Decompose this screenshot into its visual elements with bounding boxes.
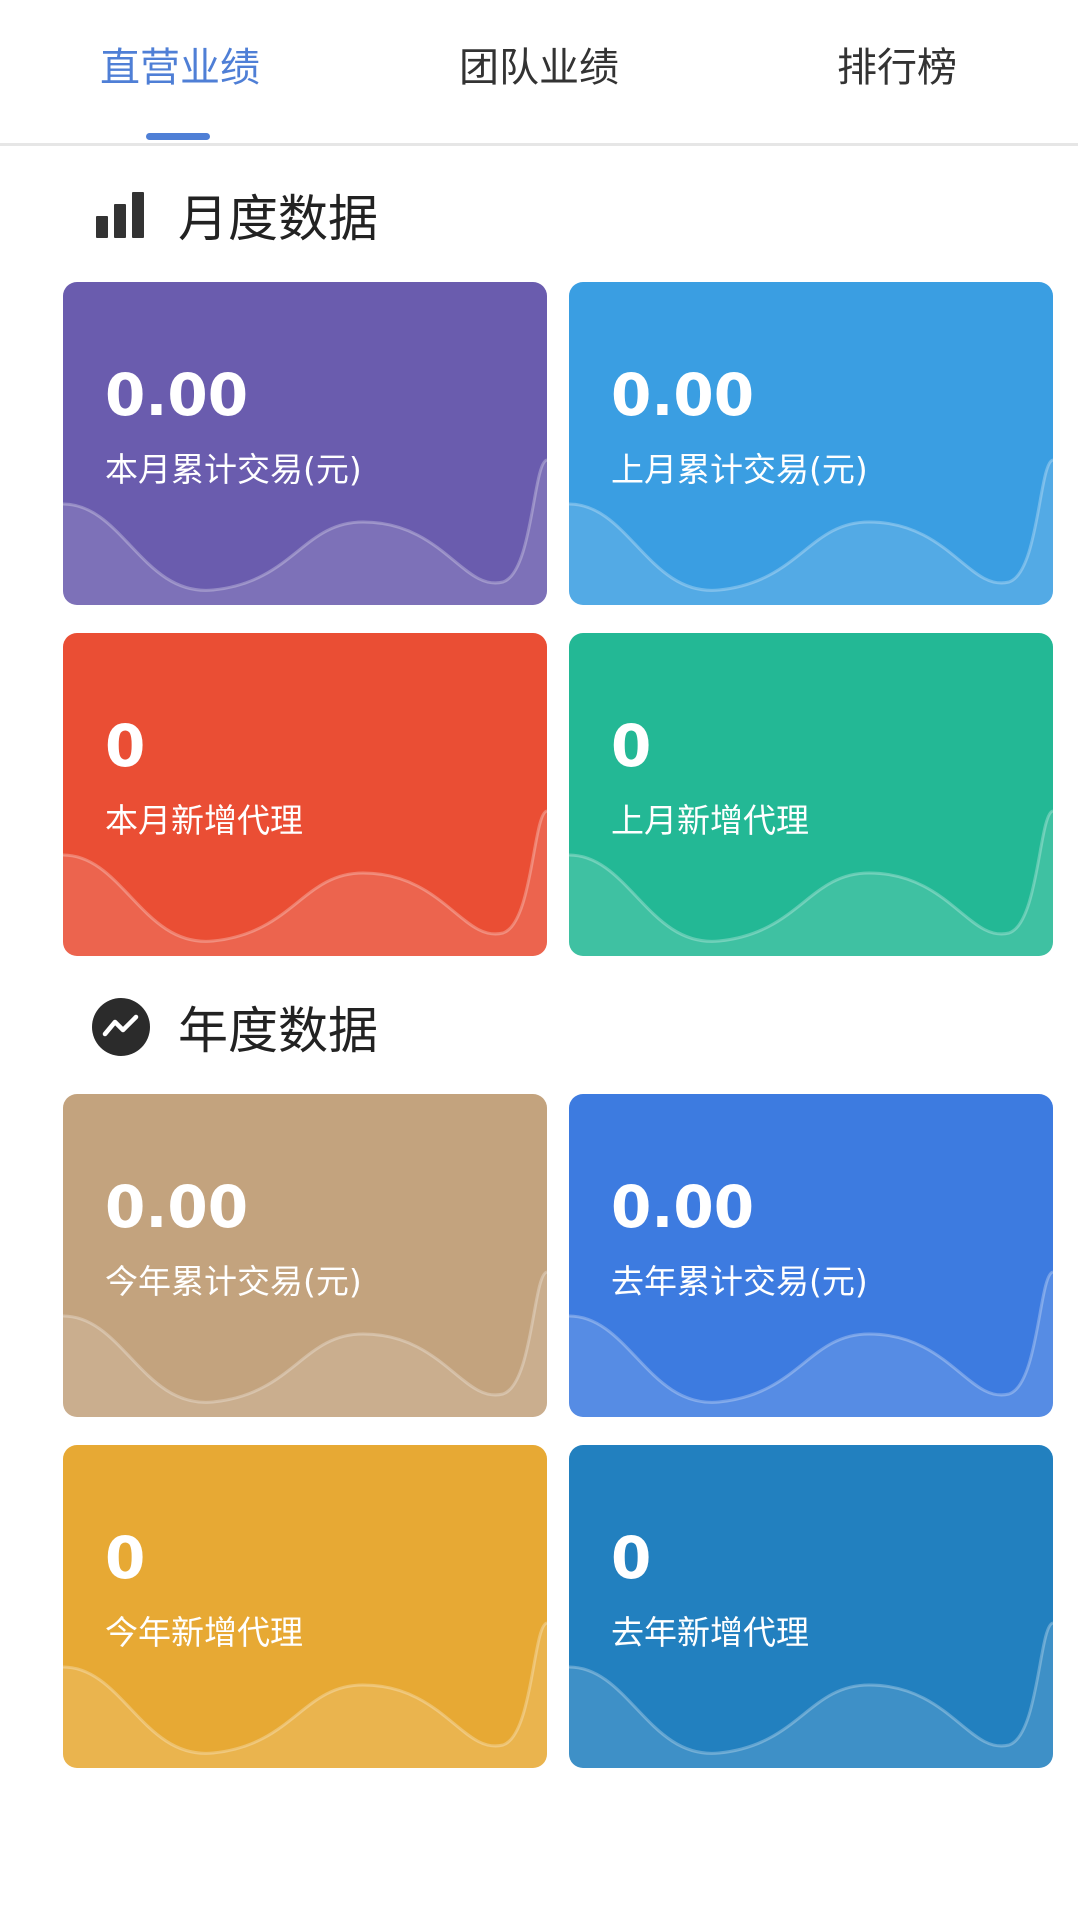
yearly-section-title: 年度数据 (92, 992, 378, 1062)
card-label: 本月新增代理 (105, 801, 303, 840)
card-last-year-transactions[interactable]: 0.00 去年累计交易(元) (569, 1094, 1053, 1417)
card-this-month-new-agents[interactable]: 0 本月新增代理 (63, 633, 547, 956)
bar-chart-icon (96, 192, 144, 238)
monthly-section-label: 月度数据 (178, 190, 378, 248)
card-value: 0.00 (611, 361, 755, 429)
wave-decoration (63, 458, 547, 605)
card-value: 0.00 (611, 1173, 755, 1241)
card-label: 今年累计交易(元) (105, 1262, 362, 1301)
card-this-year-new-agents[interactable]: 0 今年新增代理 (63, 1445, 547, 1768)
wave-decoration (569, 458, 1053, 605)
card-label: 本月累计交易(元) (105, 450, 362, 489)
card-last-year-new-agents[interactable]: 0 去年新增代理 (569, 1445, 1053, 1768)
wave-decoration (63, 809, 547, 956)
wave-decoration (569, 1621, 1053, 1768)
tab-direct-performance[interactable]: 直营业绩 (95, 38, 265, 98)
wave-decoration (63, 1621, 547, 1768)
yearly-section-label: 年度数据 (178, 1002, 378, 1060)
trend-line-icon (92, 998, 150, 1056)
card-this-year-transactions[interactable]: 0.00 今年累计交易(元) (63, 1094, 547, 1417)
card-label: 上月新增代理 (611, 801, 809, 840)
card-label: 上月累计交易(元) (611, 450, 868, 489)
card-value: 0 (105, 1524, 146, 1592)
card-value: 0 (611, 712, 652, 780)
card-last-month-new-agents[interactable]: 0 上月新增代理 (569, 633, 1053, 956)
active-tab-indicator (146, 133, 210, 140)
monthly-section-title: 月度数据 (92, 180, 378, 250)
card-last-month-transactions[interactable]: 0.00 上月累计交易(元) (569, 282, 1053, 605)
tab-team-performance[interactable]: 团队业绩 (454, 38, 624, 98)
wave-decoration (569, 1270, 1053, 1417)
wave-decoration (569, 809, 1053, 956)
card-label: 去年新增代理 (611, 1613, 809, 1652)
wave-decoration (63, 1270, 547, 1417)
tab-leaderboard[interactable]: 排行榜 (832, 38, 962, 98)
card-value: 0.00 (105, 361, 249, 429)
tab-bar: 直营业绩 团队业绩 排行榜 (0, 0, 1078, 146)
card-value: 0 (611, 1524, 652, 1592)
card-this-month-transactions[interactable]: 0.00 本月累计交易(元) (63, 282, 547, 605)
card-label: 今年新增代理 (105, 1613, 303, 1652)
card-label: 去年累计交易(元) (611, 1262, 868, 1301)
card-value: 0.00 (105, 1173, 249, 1241)
card-value: 0 (105, 712, 146, 780)
